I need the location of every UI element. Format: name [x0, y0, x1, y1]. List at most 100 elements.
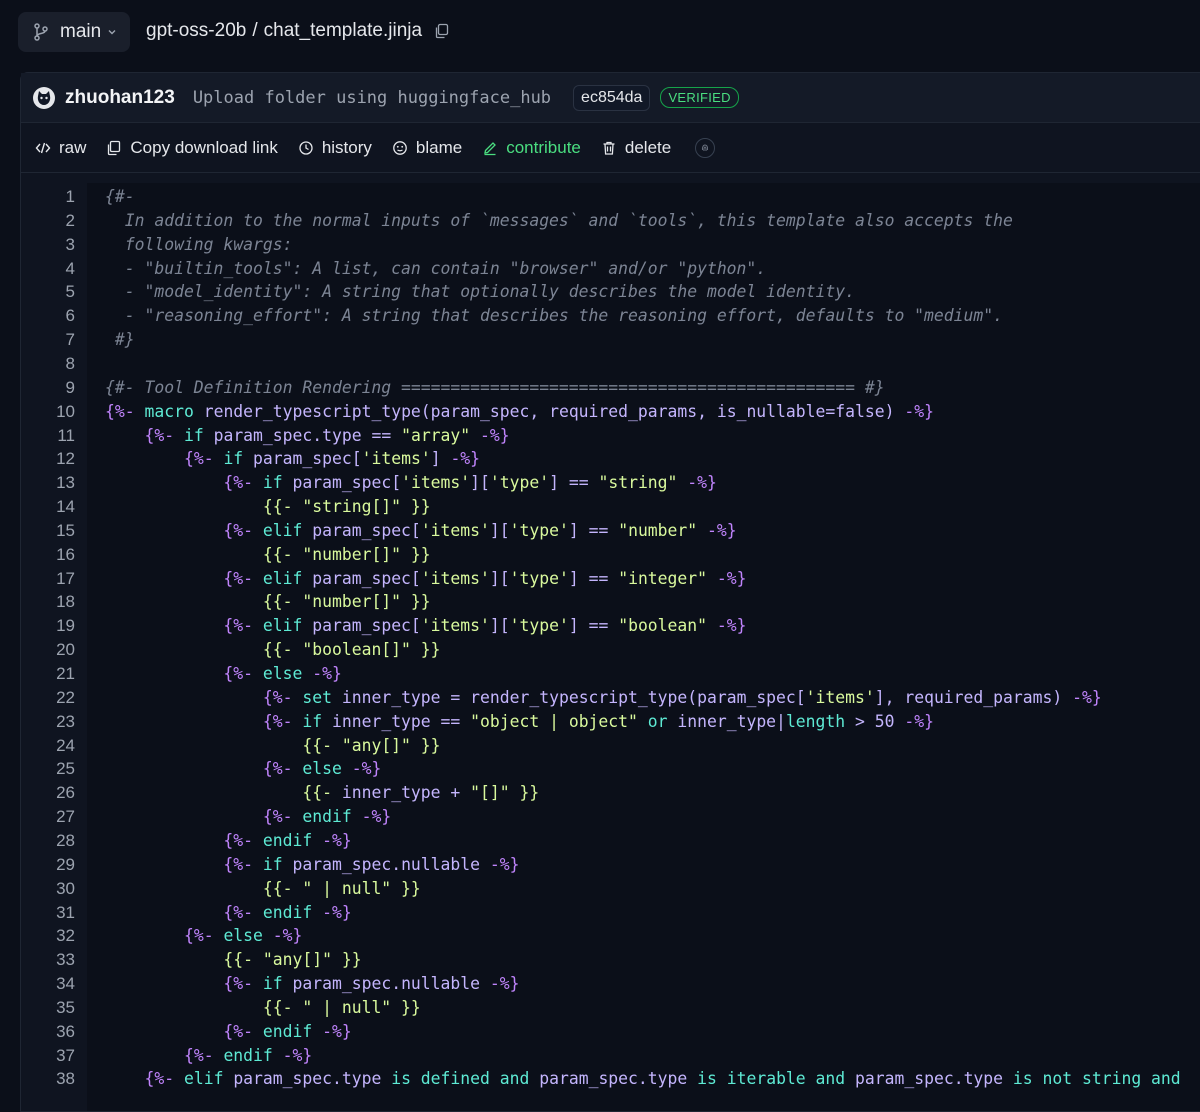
line-number[interactable]: 32 — [21, 924, 75, 948]
line-number[interactable]: 18 — [21, 590, 75, 614]
code-token: {%- — [223, 902, 263, 922]
code-token: else — [223, 926, 273, 946]
branch-selector-button[interactable]: main — [18, 12, 130, 52]
line-number[interactable]: 11 — [21, 424, 75, 448]
line-number[interactable]: 29 — [21, 853, 75, 877]
code-token: param_spec[ — [312, 568, 421, 588]
copy-path-icon[interactable] — [434, 23, 450, 39]
code-token: following kwargs: — [105, 234, 293, 254]
line-number[interactable]: 1 — [21, 185, 75, 209]
line-number[interactable]: 15 — [21, 519, 75, 543]
line-number[interactable]: 36 — [21, 1020, 75, 1044]
line-number[interactable]: 8 — [21, 352, 75, 376]
line-number[interactable]: 24 — [21, 734, 75, 758]
blame-button[interactable]: blame — [392, 138, 462, 158]
code-token: param_spec[ — [312, 520, 421, 540]
line-number[interactable]: 19 — [21, 614, 75, 638]
code-token: if — [262, 974, 293, 994]
avatar[interactable] — [33, 86, 55, 109]
line-number[interactable]: 7 — [21, 328, 75, 352]
line-number[interactable]: 16 — [21, 543, 75, 567]
code-token: "string" — [598, 473, 688, 493]
line-number[interactable]: 27 — [21, 805, 75, 829]
line-text: {%- else -%} — [105, 662, 341, 686]
copy-download-link-label: Copy download link — [130, 137, 278, 157]
code-token: "boolean" — [618, 616, 717, 636]
line-text: {%- endif -%} — [105, 805, 391, 829]
line-text: - "builtin_tools": A list, can contain "… — [105, 257, 766, 281]
trash-icon — [603, 141, 615, 155]
line-number[interactable]: 14 — [21, 495, 75, 519]
code-viewer: 1 {#- 2 In addition to the normal inputs o… — [21, 183, 1200, 1111]
line-number[interactable]: 4 — [21, 257, 75, 281]
line-number[interactable]: 35 — [21, 996, 75, 1020]
delete-button[interactable]: delete — [601, 138, 671, 158]
line-number[interactable]: 33 — [21, 948, 75, 972]
code-token: -%} — [322, 830, 352, 850]
line-number[interactable]: 30 — [21, 877, 75, 901]
code-token: 'items' — [361, 449, 431, 469]
code-token: endif — [262, 830, 323, 850]
git-branch-icon — [34, 23, 48, 41]
code-token: 'items' — [805, 687, 875, 707]
code-token: -%} — [322, 1021, 352, 1041]
commit-message[interactable]: Upload folder using huggingface_hub — [193, 88, 551, 108]
line-number[interactable]: 12 — [21, 447, 75, 471]
code-token: ] == — [568, 568, 619, 588]
line-number[interactable]: 26 — [21, 781, 75, 805]
line-text: {{- " | null" }} — [105, 996, 421, 1020]
code-token: inner_type + — [341, 783, 471, 803]
line-number[interactable]: 34 — [21, 972, 75, 996]
line-number[interactable]: 17 — [21, 567, 75, 591]
code-token: ] == — [549, 473, 599, 493]
line-number[interactable]: 13 — [21, 471, 75, 495]
line-text: {%- if param_spec.nullable -%} — [105, 972, 519, 996]
code-token: ] — [430, 449, 451, 469]
line-number[interactable]: 9 — [21, 376, 75, 400]
line-number[interactable]: 20 — [21, 638, 75, 662]
line-number[interactable]: 6 — [21, 304, 75, 328]
code-token: 'items' — [401, 473, 471, 493]
code-line: 38 {%- elif param_spec.type is defined a… — [21, 1067, 1200, 1091]
code-line: 18 {{- "number[]" }} — [21, 590, 1200, 614]
line-number[interactable]: 3 — [21, 233, 75, 257]
line-number[interactable]: 22 — [21, 686, 75, 710]
code-token: - "builtin_tools": A list, can contain "… — [105, 258, 767, 278]
code-token: 'type' — [509, 616, 569, 636]
code-token: ] == — [568, 520, 619, 540]
copy-download-link-button[interactable]: Copy download link — [106, 137, 278, 158]
more-options-button[interactable] — [695, 137, 716, 158]
breadcrumb-repo-link[interactable]: gpt-oss-20b — [146, 20, 246, 42]
contribute-button[interactable]: contribute — [482, 138, 581, 158]
line-text: {%- endif -%} — [105, 829, 352, 853]
commit-author[interactable]: zhuohan123 — [65, 87, 175, 109]
line-number[interactable]: 21 — [21, 662, 75, 686]
raw-button[interactable]: raw — [35, 138, 86, 158]
line-number[interactable]: 31 — [21, 901, 75, 925]
line-number[interactable]: 5 — [21, 280, 75, 304]
code-line: 22 {%- set inner_type = render_typescrip… — [21, 686, 1200, 710]
line-number[interactable]: 10 — [21, 400, 75, 424]
code-line: 30 {{- " | null" }} — [21, 877, 1200, 901]
line-number[interactable]: 23 — [21, 710, 75, 734]
line-text: In addition to the normal inputs of `mes… — [105, 209, 1013, 233]
code-token: {%- — [183, 449, 224, 469]
delete-label: delete — [624, 137, 672, 157]
breadcrumb-file-name: chat_template.jinja — [263, 20, 423, 41]
line-text: {{- "number[]" }} — [105, 590, 431, 614]
line-number[interactable]: 2 — [21, 209, 75, 233]
line-number[interactable]: 25 — [21, 757, 75, 781]
line-number[interactable]: 38 — [21, 1067, 75, 1091]
commit-sha[interactable]: ec854da — [573, 84, 651, 111]
line-number[interactable]: 37 — [21, 1044, 75, 1068]
line-number[interactable]: 28 — [21, 829, 75, 853]
code-line: 25 {%- else -%} — [21, 757, 1200, 781]
code-token: elif — [183, 1069, 234, 1089]
line-text: {#- — [105, 185, 135, 209]
code-token: param_spec.nullable — [292, 854, 490, 874]
history-button[interactable]: history — [298, 138, 372, 158]
